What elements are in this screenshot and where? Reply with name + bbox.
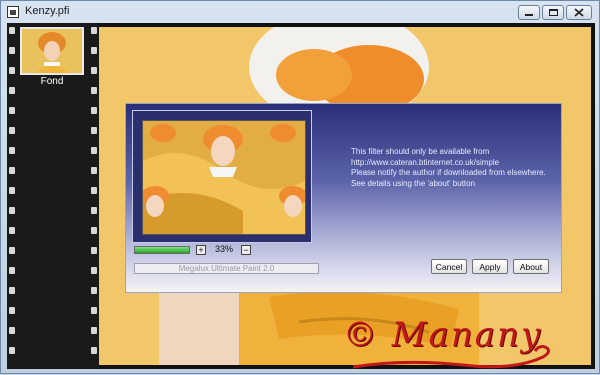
zoom-progress-bar: [134, 246, 190, 254]
film-perforation: [9, 47, 15, 54]
film-perforation: [9, 247, 15, 254]
minimize-icon: [525, 13, 533, 16]
cancel-button[interactable]: Cancel: [431, 259, 467, 274]
window-title: Kenzy.pfi: [25, 5, 70, 17]
film-perforation: [91, 147, 97, 154]
film-perforation: [91, 307, 97, 314]
film-perforation: [91, 207, 97, 214]
info-line: Please notify the author if downloaded f…: [351, 168, 546, 177]
layer-filmstrip: Fond: [7, 23, 99, 369]
film-perforation: [91, 347, 97, 354]
film-perforation: [91, 67, 97, 74]
filter-preview[interactable]: [142, 120, 306, 235]
film-perforation: [91, 247, 97, 254]
film-perforation: [91, 187, 97, 194]
film-perforation: [9, 127, 15, 134]
layer-thumbnail-label: Fond: [40, 76, 64, 87]
app-icon: [7, 6, 19, 18]
film-perforation: [9, 347, 15, 354]
title-bar[interactable]: Kenzy.pfi: [1, 1, 599, 23]
film-perforation: [9, 167, 15, 174]
info-line: See details using the 'about' button: [351, 178, 476, 188]
filter-dialog: + 33% − Megalux Ultimate Paint 2.0 This …: [125, 103, 562, 293]
watermark-signature: © Manany: [343, 315, 563, 375]
film-perforation: [9, 27, 15, 34]
preview-kaleidoscope-image: [143, 121, 305, 234]
film-perforation: [9, 227, 15, 234]
layer-thumbnail[interactable]: [20, 27, 84, 75]
film-perforation: [9, 67, 15, 74]
zoom-level: 33%: [214, 244, 233, 254]
film-perforation: [91, 327, 97, 334]
film-perforation: [9, 267, 15, 274]
about-button[interactable]: About: [513, 259, 549, 274]
film-perforation: [9, 307, 15, 314]
client-area: Fond + 33% − Megalux Ultimate Paint 2.0 …: [7, 23, 595, 369]
film-perforation: [9, 87, 15, 94]
maximize-button[interactable]: [542, 5, 564, 20]
minimize-button[interactable]: [518, 5, 540, 20]
film-perforation: [9, 147, 15, 154]
film-perforation: [91, 27, 97, 34]
film-perforation: [91, 107, 97, 114]
app-window: Kenzy.pfi Fond + 33% − Megalux Ultimate …: [0, 0, 600, 374]
zoom-out-button[interactable]: −: [241, 245, 251, 255]
portrait-thumbnail-image: [22, 29, 82, 73]
film-perforation: [9, 107, 15, 114]
zoom-progress-fill: [135, 247, 189, 253]
film-perforation: [91, 47, 97, 54]
film-perforation: [9, 187, 15, 194]
film-perforation: [9, 287, 15, 294]
close-icon: [574, 8, 584, 17]
film-perforation: [91, 167, 97, 174]
info-line: This filter should only be available fro…: [351, 147, 490, 156]
film-perforation: [9, 327, 15, 334]
maximize-icon: [548, 9, 558, 16]
preview-frame: [132, 110, 312, 243]
film-perforation: [91, 227, 97, 234]
info-line: http://www.cateran.btinternet.co.uk/simp…: [351, 157, 500, 167]
zoom-in-button[interactable]: +: [196, 245, 206, 255]
plugin-name-field: Megalux Ultimate Paint 2.0: [134, 263, 319, 274]
film-perforation: [91, 267, 97, 274]
film-perforation: [91, 87, 97, 94]
film-perforation: [91, 127, 97, 134]
signature-swash: [352, 345, 550, 369]
filter-info-text: This filter should only be available fro…: [351, 147, 551, 189]
film-perforation: [9, 207, 15, 214]
apply-button[interactable]: Apply: [472, 259, 508, 274]
close-button[interactable]: [566, 5, 592, 20]
film-perforation: [91, 287, 97, 294]
